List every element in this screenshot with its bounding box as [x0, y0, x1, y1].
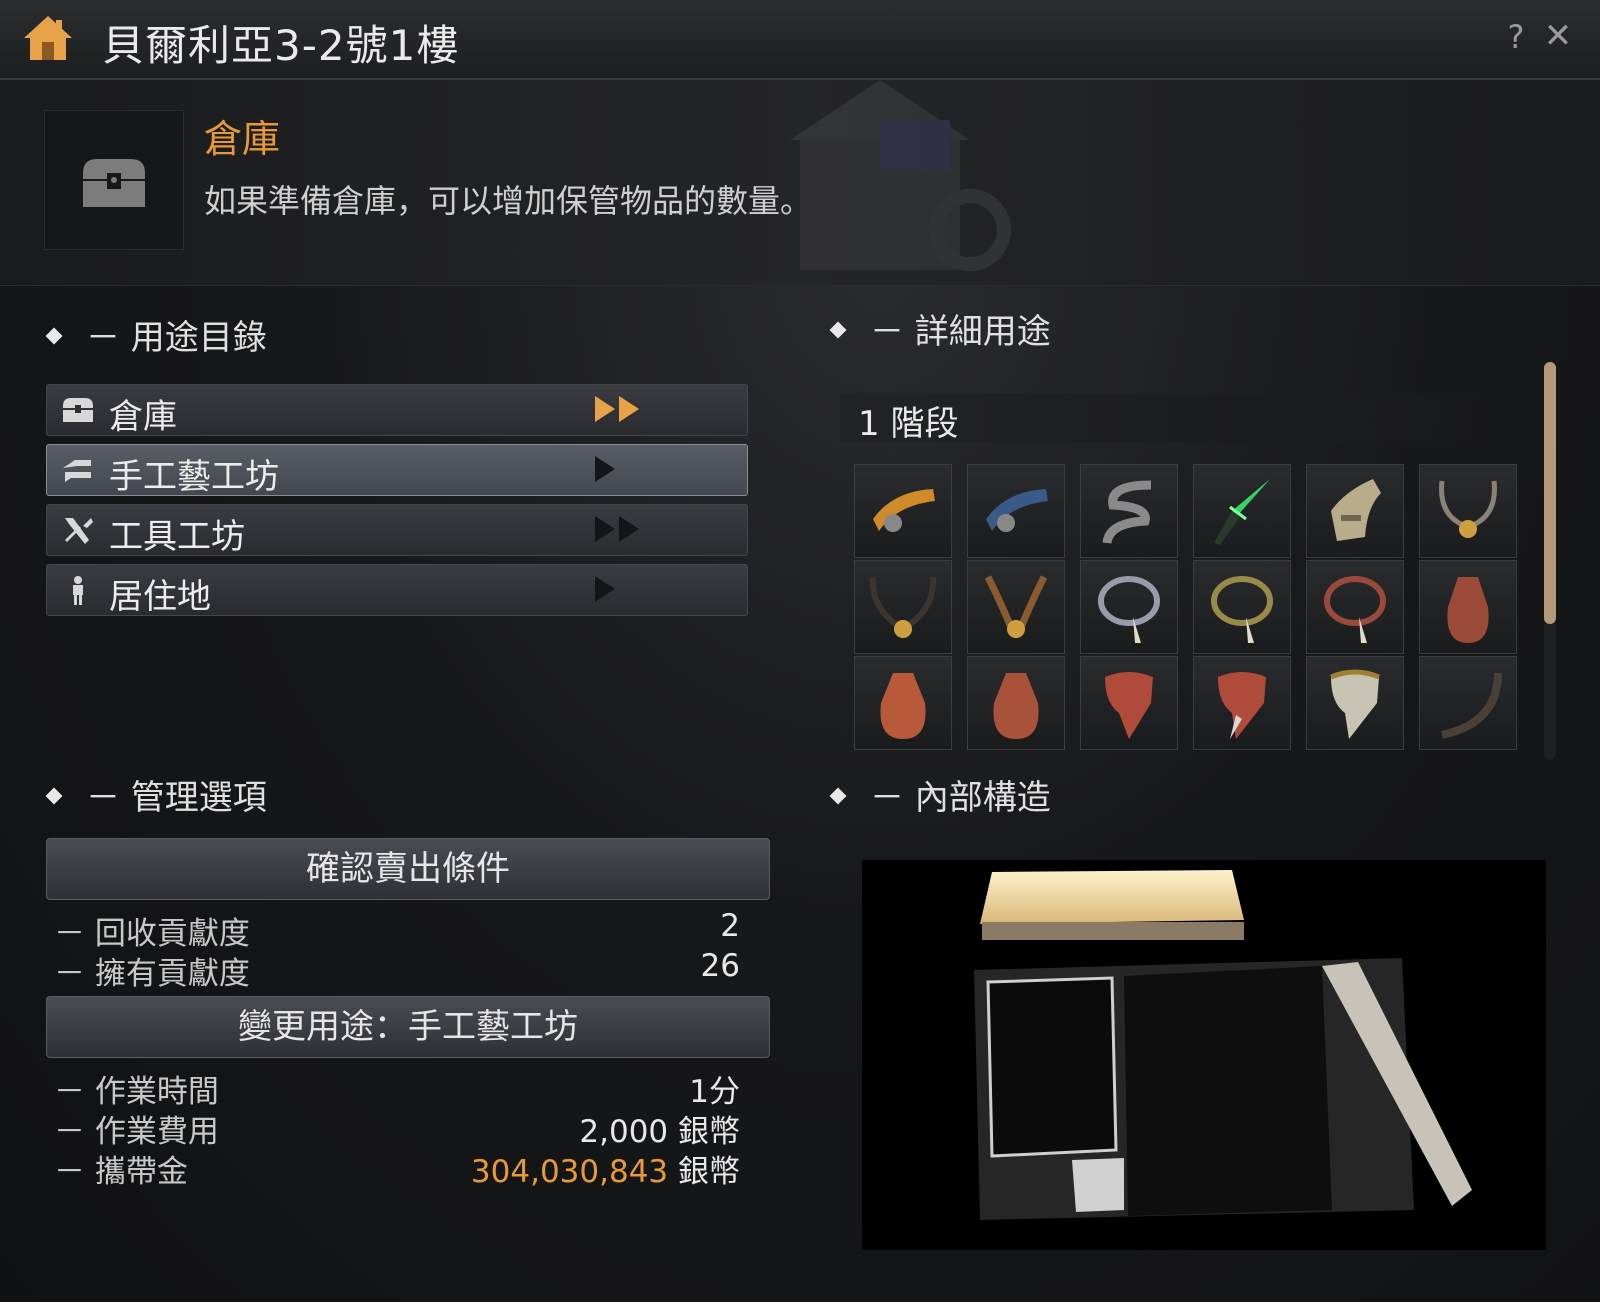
carried-money-label: － 攜帶金 [54, 1154, 188, 1190]
list-item-label: 居住地 [109, 577, 211, 617]
carried-money-value: 304,030,843 銀幣 [471, 1146, 740, 1191]
coiled-horn-icon[interactable] [1080, 464, 1178, 558]
house-usage-window: 貝爾利亞3-2號1樓 ? ✕ 倉庫 如果準備倉庫，可以增加保管物品的數量。 － … [0, 0, 1600, 1302]
person-icon [73, 576, 83, 605]
leather-pouch-icon[interactable] [967, 656, 1065, 750]
details-title: － 詳細用途 [829, 304, 1051, 353]
necklace-red-icon[interactable] [1306, 560, 1404, 654]
diamond-bullet-icon [45, 327, 63, 344]
diamond-bullet-icon [829, 321, 847, 338]
double-arrow-icon [595, 516, 643, 544]
usage-list-title: － 用途目錄 [45, 310, 267, 359]
usage-description: 如果準備倉庫，可以增加保管物品的數量。 [204, 182, 813, 220]
arrow-icon [595, 576, 619, 604]
scrollbar-thumb[interactable] [1544, 362, 1556, 624]
work-cost-row: － 作業費用 2,000 銀幣 [54, 1106, 740, 1150]
horn-icon[interactable] [1419, 656, 1517, 750]
necklace-silver-icon[interactable] [1080, 560, 1178, 654]
carried-money-unit: 銀幣 [668, 1154, 740, 1190]
usage-name: 倉庫 [204, 117, 281, 161]
diamond-bullet-icon [45, 787, 63, 804]
leather-pouch-icon[interactable] [854, 656, 952, 750]
stage-header: 1 階段 [840, 394, 1530, 444]
work-cost-label: － 作業費用 [54, 1114, 219, 1150]
floor-plan-render [974, 870, 1472, 1220]
blue-belt-icon[interactable] [967, 464, 1065, 558]
horned-amulet-icon[interactable] [1419, 464, 1517, 558]
interior-structure-view[interactable] [862, 860, 1546, 1250]
title-bar: 貝爾利亞3-2號1樓 ? ✕ [0, 0, 1600, 80]
work-time-value: 1分 [689, 1074, 740, 1110]
silver-mask-icon[interactable] [1306, 656, 1404, 750]
owned-contribution-value: 26 [700, 948, 740, 984]
stage-label: 1 階段 [858, 404, 959, 444]
management-title: － 管理選項 [45, 770, 267, 819]
recovery-contribution-row: － 回收貢獻度 2 [54, 908, 740, 952]
chest-icon [83, 159, 145, 207]
close-button[interactable]: ✕ [1540, 16, 1576, 56]
list-item-warehouse[interactable]: 倉庫 [46, 384, 748, 437]
list-item-craft-workshop[interactable]: 手工藝工坊 [46, 444, 748, 497]
interior-title: － 內部構造 [829, 770, 1051, 819]
list-item-residence[interactable]: 居住地 [46, 564, 748, 617]
gauntlet-icon[interactable] [1306, 464, 1404, 558]
leather-pouch-icon[interactable] [1419, 560, 1517, 654]
red-mask-icon[interactable] [1080, 656, 1178, 750]
help-button[interactable]: ? [1500, 18, 1532, 58]
usage-icon-frame [44, 110, 184, 250]
list-item-label: 倉庫 [109, 397, 177, 437]
list-item-label: 工具工坊 [109, 517, 245, 557]
work-time-label: － 作業時間 [54, 1074, 219, 1110]
double-arrow-icon [595, 396, 643, 424]
green-dagger-icon[interactable] [1193, 464, 1291, 558]
craft-items-grid [854, 464, 1520, 754]
owned-contribution-row: － 擁有貢獻度 26 [54, 948, 740, 992]
work-time-row: － 作業時間 1分 [54, 1066, 740, 1110]
hammer-icon [65, 518, 93, 544]
house-icon [24, 16, 72, 60]
black-horns-icon[interactable] [854, 560, 952, 654]
diamond-bullet-icon [829, 787, 847, 804]
workshop-icon [63, 460, 91, 482]
work-cost-value: 2,000 銀幣 [579, 1114, 740, 1150]
list-item-label: 手工藝工坊 [109, 457, 279, 497]
orange-belt-icon[interactable] [854, 464, 952, 558]
recovery-contribution-label: － 回收貢獻度 [54, 916, 250, 952]
recovery-contribution-value: 2 [720, 908, 740, 944]
window-title: 貝爾利亞3-2號1樓 [102, 21, 460, 70]
owned-contribution-label: － 擁有貢獻度 [54, 956, 250, 992]
brown-horns-icon[interactable] [967, 560, 1065, 654]
red-mask-icon[interactable] [1193, 656, 1291, 750]
necklace-gold-icon[interactable] [1193, 560, 1291, 654]
chest-icon [63, 398, 93, 422]
confirm-sale-button[interactable]: 確認賣出條件 [46, 838, 770, 900]
change-usage-button[interactable]: 變更用途：手工藝工坊 [46, 996, 770, 1058]
carried-money-row: － 攜帶金 304,030,843 銀幣 [54, 1146, 740, 1190]
arrow-icon [595, 456, 619, 484]
details-scrollbar[interactable] [1544, 362, 1556, 760]
list-item-tool-workshop[interactable]: 工具工坊 [46, 504, 748, 557]
carried-money-amount: 304,030,843 [470, 1154, 669, 1190]
usage-header: 倉庫 如果準備倉庫，可以增加保管物品的數量。 [0, 80, 1600, 286]
